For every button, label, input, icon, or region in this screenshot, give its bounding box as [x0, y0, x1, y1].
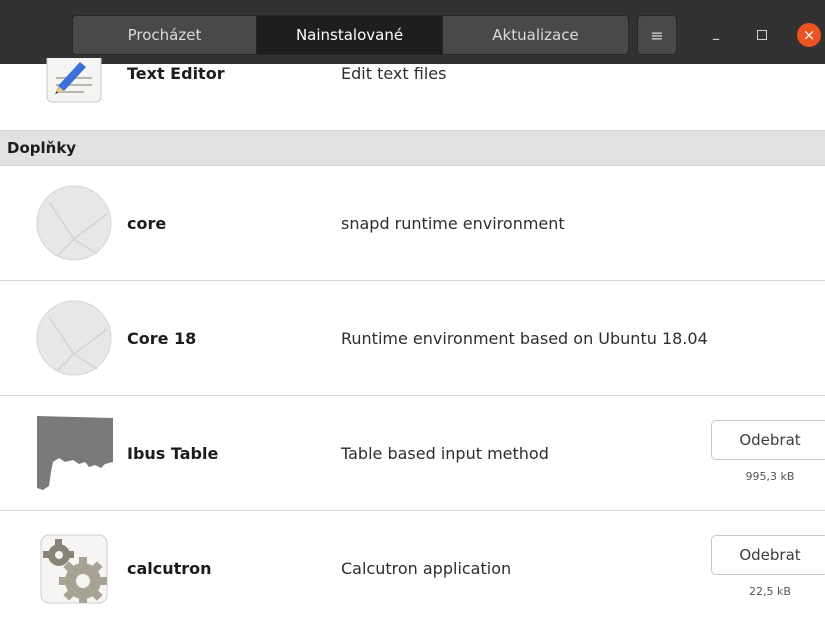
snap-placeholder-icon [35, 184, 113, 262]
app-description: Runtime environment based on Ubuntu 18.0… [341, 329, 708, 348]
header-bar: Procházet Nainstalované Aktualizace ≡ – … [0, 0, 825, 64]
list-item-ibus-table[interactable]: Ibus Table Table based input method Odeb… [0, 396, 825, 511]
app-description: Table based input method [341, 444, 549, 463]
remove-button[interactable]: Odebrat [711, 420, 825, 460]
list-item-calcutron[interactable]: calcutron Calcutron application Odebrat … [0, 511, 825, 621]
app-name: core [127, 214, 167, 233]
app-description: snapd runtime environment [341, 214, 565, 233]
app-size: 22,5 kB [749, 585, 791, 598]
minimize-button[interactable]: – [706, 22, 726, 48]
hamburger-icon: ≡ [650, 25, 664, 45]
remove-button[interactable]: Odebrat [711, 535, 825, 575]
minimize-icon: – [712, 29, 720, 48]
menu-button[interactable]: ≡ [637, 15, 677, 55]
tab-installed[interactable]: Nainstalované [257, 15, 443, 55]
list-item-core-18[interactable]: Core 18 Runtime environment based on Ubu… [0, 281, 825, 396]
app-name: Text Editor [127, 64, 225, 83]
app-name: Core 18 [127, 329, 197, 348]
view-switcher: Procházet Nainstalované Aktualizace [72, 15, 629, 55]
gear-icon [35, 529, 113, 607]
maximize-icon [757, 30, 767, 40]
app-description: Edit text files [341, 64, 447, 83]
ibus-table-icon [35, 414, 113, 492]
list-item-core[interactable]: core snapd runtime environment [0, 166, 825, 281]
section-header-addons: Doplňky [0, 131, 825, 166]
app-name: Ibus Table [127, 444, 219, 463]
close-icon: × [802, 26, 816, 44]
text-editor-icon [44, 51, 104, 108]
app-size: 995,3 kB [745, 470, 795, 483]
maximize-button[interactable] [752, 22, 772, 48]
close-button[interactable]: × [797, 23, 821, 47]
app-description: Calcutron application [341, 559, 512, 578]
installed-list: Text Editor Edit text files Doplňky core… [0, 51, 825, 621]
app-name: calcutron [127, 559, 212, 578]
tab-browse[interactable]: Procházet [72, 15, 257, 55]
list-item-text-editor[interactable]: Text Editor Edit text files [0, 51, 825, 131]
snap-placeholder-icon [35, 299, 113, 377]
tab-updates[interactable]: Aktualizace [443, 15, 629, 55]
